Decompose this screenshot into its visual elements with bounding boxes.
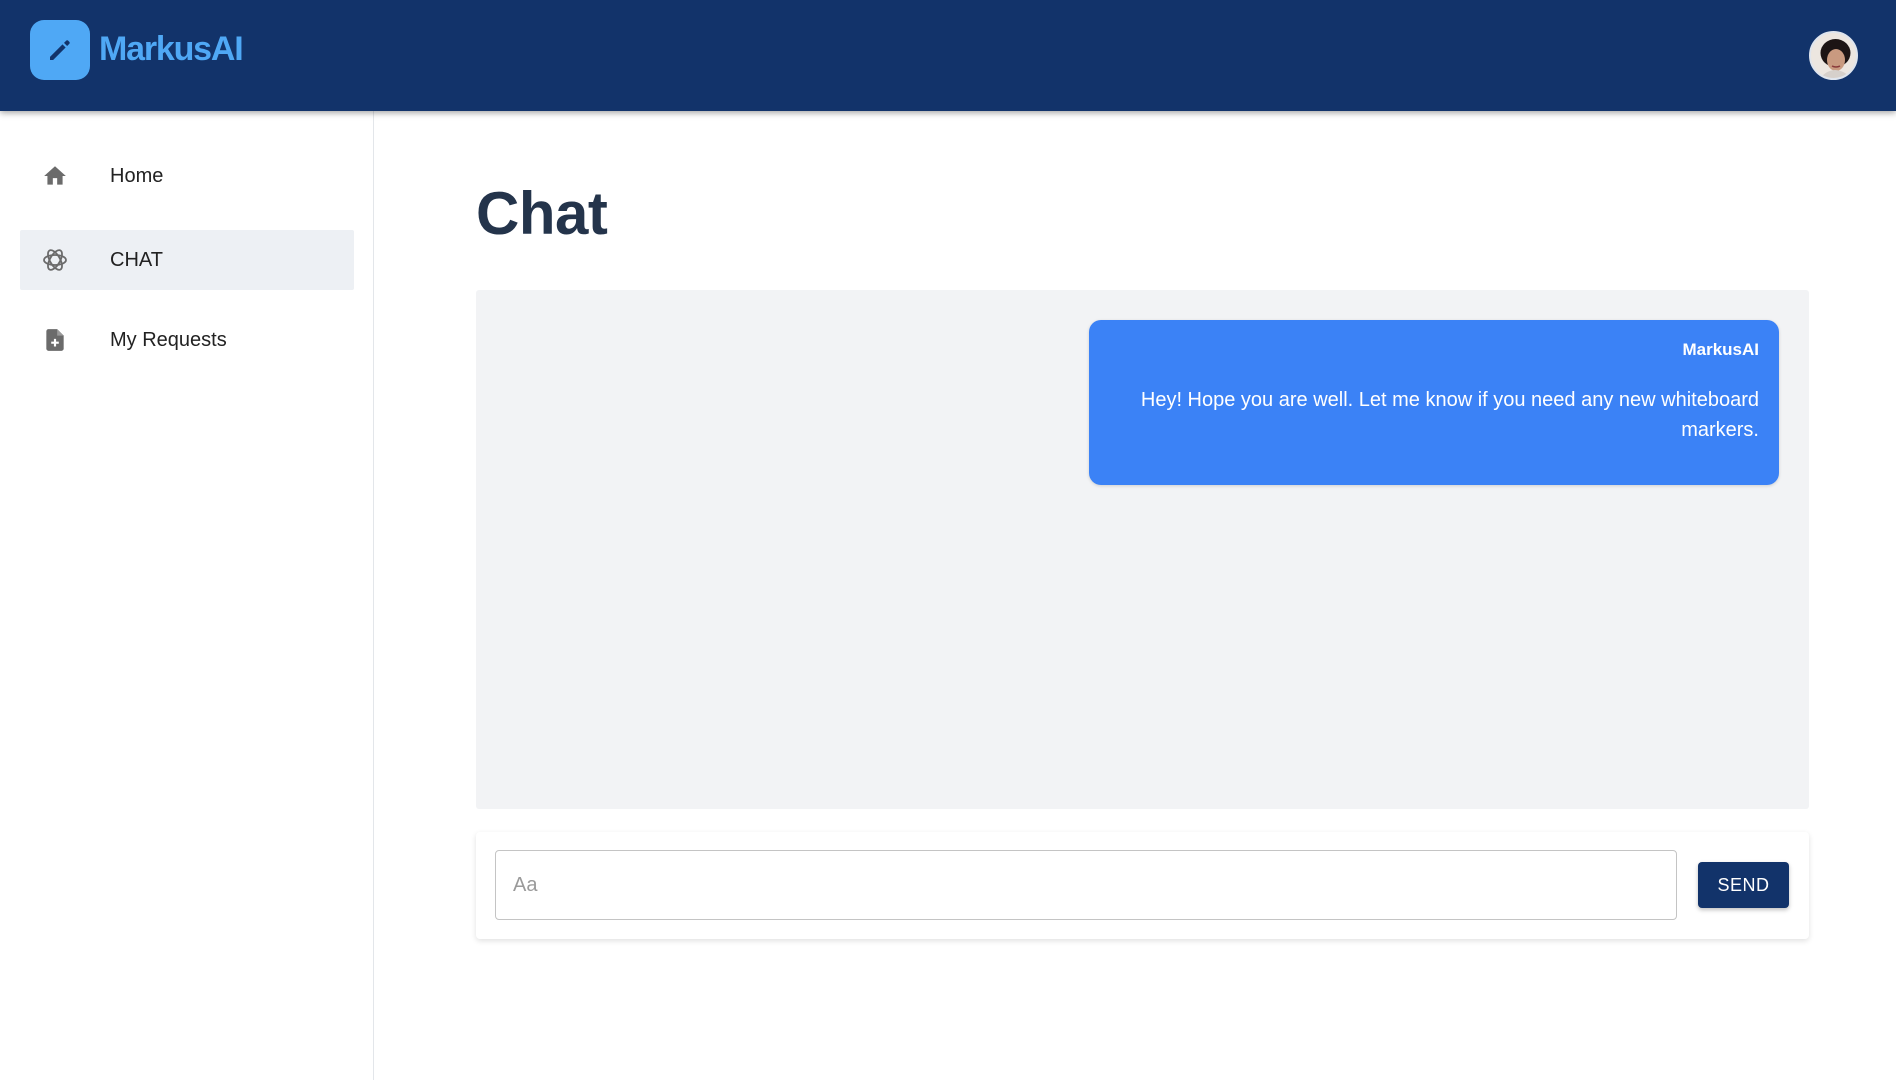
sidebar-item-home[interactable]: Home <box>20 146 354 206</box>
chat-messages-area[interactable]: MarkusAI Hey! Hope you are well. Let me … <box>476 290 1809 809</box>
top-app-bar: MarkusAI <box>0 0 1896 111</box>
brand[interactable]: MarkusAI <box>30 19 244 80</box>
pencil-icon <box>30 19 90 80</box>
sidebar-item-my-requests[interactable]: My Requests <box>20 310 354 370</box>
sidebar-item-label: My Requests <box>110 329 227 351</box>
message-composer: SEND <box>476 832 1809 939</box>
sidebar: Home CHAT My Requests <box>0 111 374 1080</box>
home-icon <box>41 162 69 190</box>
message-input[interactable] <box>495 850 1677 920</box>
send-button[interactable]: SEND <box>1698 862 1789 908</box>
openai-icon <box>41 246 69 274</box>
sidebar-item-chat[interactable]: CHAT <box>20 230 354 290</box>
brand-name: MarkusAI <box>99 30 244 68</box>
message-sender: MarkusAI <box>1682 340 1759 359</box>
sidebar-item-label: CHAT <box>110 249 163 271</box>
user-avatar[interactable] <box>1809 31 1858 80</box>
page-title: Chat <box>476 180 608 247</box>
sidebar-item-label: Home <box>110 165 164 187</box>
chat-message-bubble: MarkusAI Hey! Hope you are well. Let me … <box>1089 320 1779 485</box>
file-add-icon <box>41 326 69 354</box>
message-text: Hey! Hope you are well. Let me know if y… <box>1140 389 1759 441</box>
